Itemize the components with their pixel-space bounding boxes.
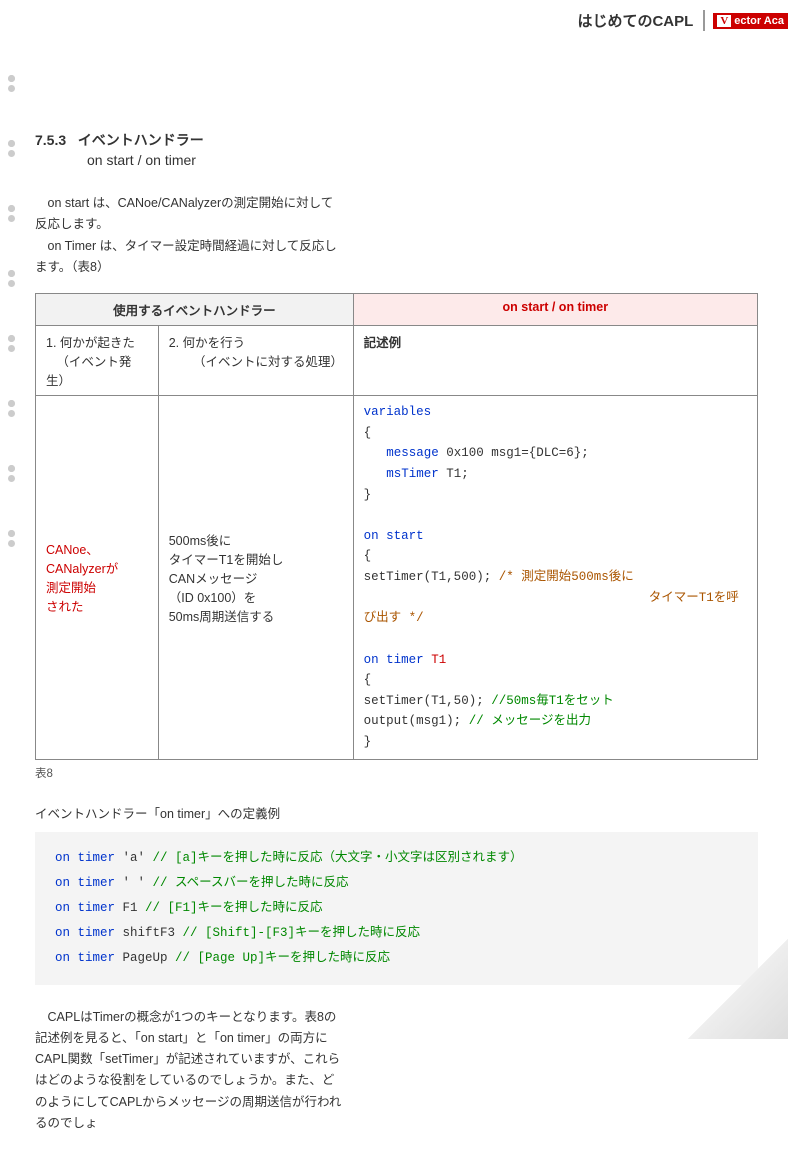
page-curl xyxy=(688,939,788,1039)
example-line-1: on timer 'a' // [a]キーを押した時に反応（大文字・小文字は区別… xyxy=(55,846,738,871)
table-subhead-2: 2. 何かを行う （イベントに対する処理） xyxy=(158,326,353,396)
table-action-cell: 500ms後に タイマーT1を開始し CANメッセージ （ID 0x100）を … xyxy=(158,396,353,760)
table-subhead-3: 記述例 xyxy=(353,326,757,396)
vector-logo: Vector Aca xyxy=(713,13,788,29)
outro-p1: CAPLはTimerの概念が1つのキーとなります。表8の記述例を見ると、「on … xyxy=(35,1007,345,1135)
example-line-4: on timer shiftF3 // [Shift]-[F3]キーを押した時に… xyxy=(55,921,738,946)
page-header: はじめてのCAPL Vector Aca xyxy=(577,10,788,31)
intro-p1: on start は、CANoe/CANalyzerの測定開始に対して反応します… xyxy=(35,193,345,236)
table-header-right: on start / on timer xyxy=(353,294,757,326)
section-subtitle: on start / on timer xyxy=(87,152,758,168)
example-code-box: on timer 'a' // [a]キーを押した時に反応（大文字・小文字は区別… xyxy=(35,832,758,985)
handler-table: 使用するイベントハンドラー on start / on timer 1. 何かが… xyxy=(35,293,758,760)
intro-p2: on Timer は、タイマー設定時間経過に対して反応します。（表8） xyxy=(35,236,345,279)
example-line-5: on timer PageUp // [Page Up]キーを押した時に反応 xyxy=(55,946,738,971)
table-header-left: 使用するイベントハンドラー xyxy=(36,294,354,326)
section-heading: 7.5.3 イベントハンドラー on start / on timer xyxy=(35,130,758,168)
breadcrumb: はじめてのCAPL xyxy=(577,10,705,31)
table-caption: 表8 xyxy=(35,765,758,781)
example-line-3: on timer F1 // [F1]キーを押した時に反応 xyxy=(55,896,738,921)
outro-text: CAPLはTimerの概念が1つのキーとなります。表8の記述例を見ると、「on … xyxy=(35,1007,345,1135)
intro-text: on start は、CANoe/CANalyzerの測定開始に対して反応します… xyxy=(35,193,345,278)
table-subhead-1: 1. 何かが起きた （イベント発生） xyxy=(36,326,159,396)
definition-example-title: イベントハンドラー「on timer」への定義例 xyxy=(35,803,758,822)
page-content: 7.5.3 イベントハンドラー on start / on timer on s… xyxy=(0,0,788,1154)
example-line-2: on timer ' ' // スペースバーを押した時に反応 xyxy=(55,871,738,896)
section-number: 7.5.3 xyxy=(35,132,66,148)
table-event-cell: CANoe、 CANalyzerが 測定開始 された xyxy=(36,396,159,760)
section-title: イベントハンドラー xyxy=(78,132,204,148)
table-code-cell: variables { message 0x100 msg1={DLC=6}; … xyxy=(353,396,757,760)
spiral-binding xyxy=(8,75,15,540)
